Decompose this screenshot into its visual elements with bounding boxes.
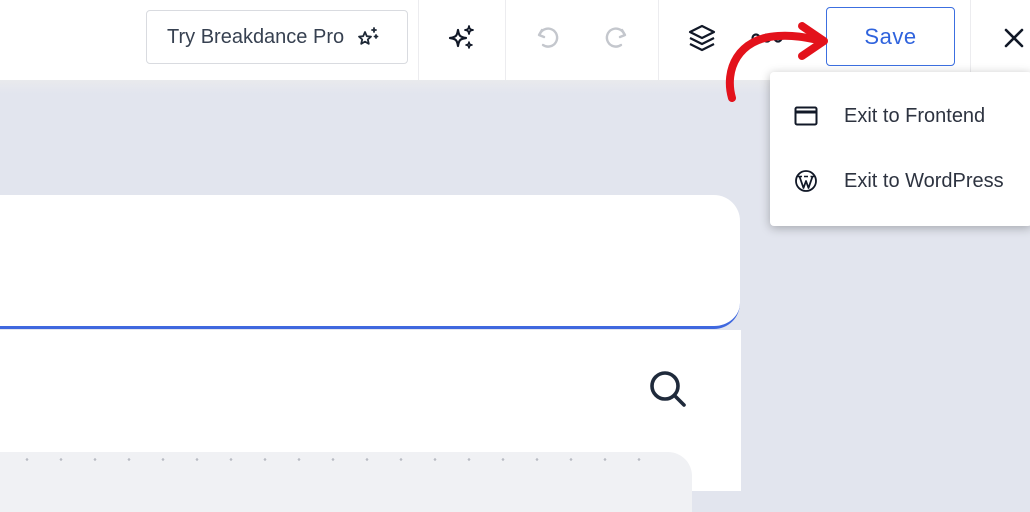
search-card: [0, 195, 740, 329]
undo-button[interactable]: [526, 18, 570, 62]
menu-item-label: Exit to Frontend: [844, 104, 986, 127]
annotation-arrow-icon: [725, 22, 828, 102]
undo-icon: [533, 23, 563, 58]
toolbar-divider: [505, 0, 506, 80]
search-button[interactable]: [646, 368, 690, 412]
layers-icon: [686, 22, 718, 59]
dotted-divider-bar: [0, 452, 692, 512]
ai-assistant-button[interactable]: [440, 18, 484, 62]
wordpress-icon: [794, 169, 818, 193]
dotted-line: [10, 458, 650, 461]
redo-icon: [601, 23, 631, 58]
menu-item-exit-wordpress[interactable]: Exit to WordPress: [770, 153, 1030, 209]
top-toolbar: Try Breakdance Pro Save: [0, 0, 1030, 81]
menu-item-label: Exit to WordPress: [844, 169, 1004, 192]
ai-sparkles-icon: [447, 23, 477, 58]
save-button[interactable]: Save: [826, 7, 955, 66]
toolbar-divider: [658, 0, 659, 80]
toolbar-divider: [970, 0, 971, 80]
try-pro-label: Try Breakdance Pro: [167, 25, 345, 48]
toolbar-divider: [418, 0, 419, 80]
close-button[interactable]: [992, 18, 1030, 62]
redo-button[interactable]: [594, 18, 638, 62]
close-icon: [1002, 26, 1026, 55]
search-icon: [646, 371, 690, 416]
sparkle-star-icon: [356, 25, 380, 49]
try-pro-button[interactable]: Try Breakdance Pro: [146, 10, 408, 64]
